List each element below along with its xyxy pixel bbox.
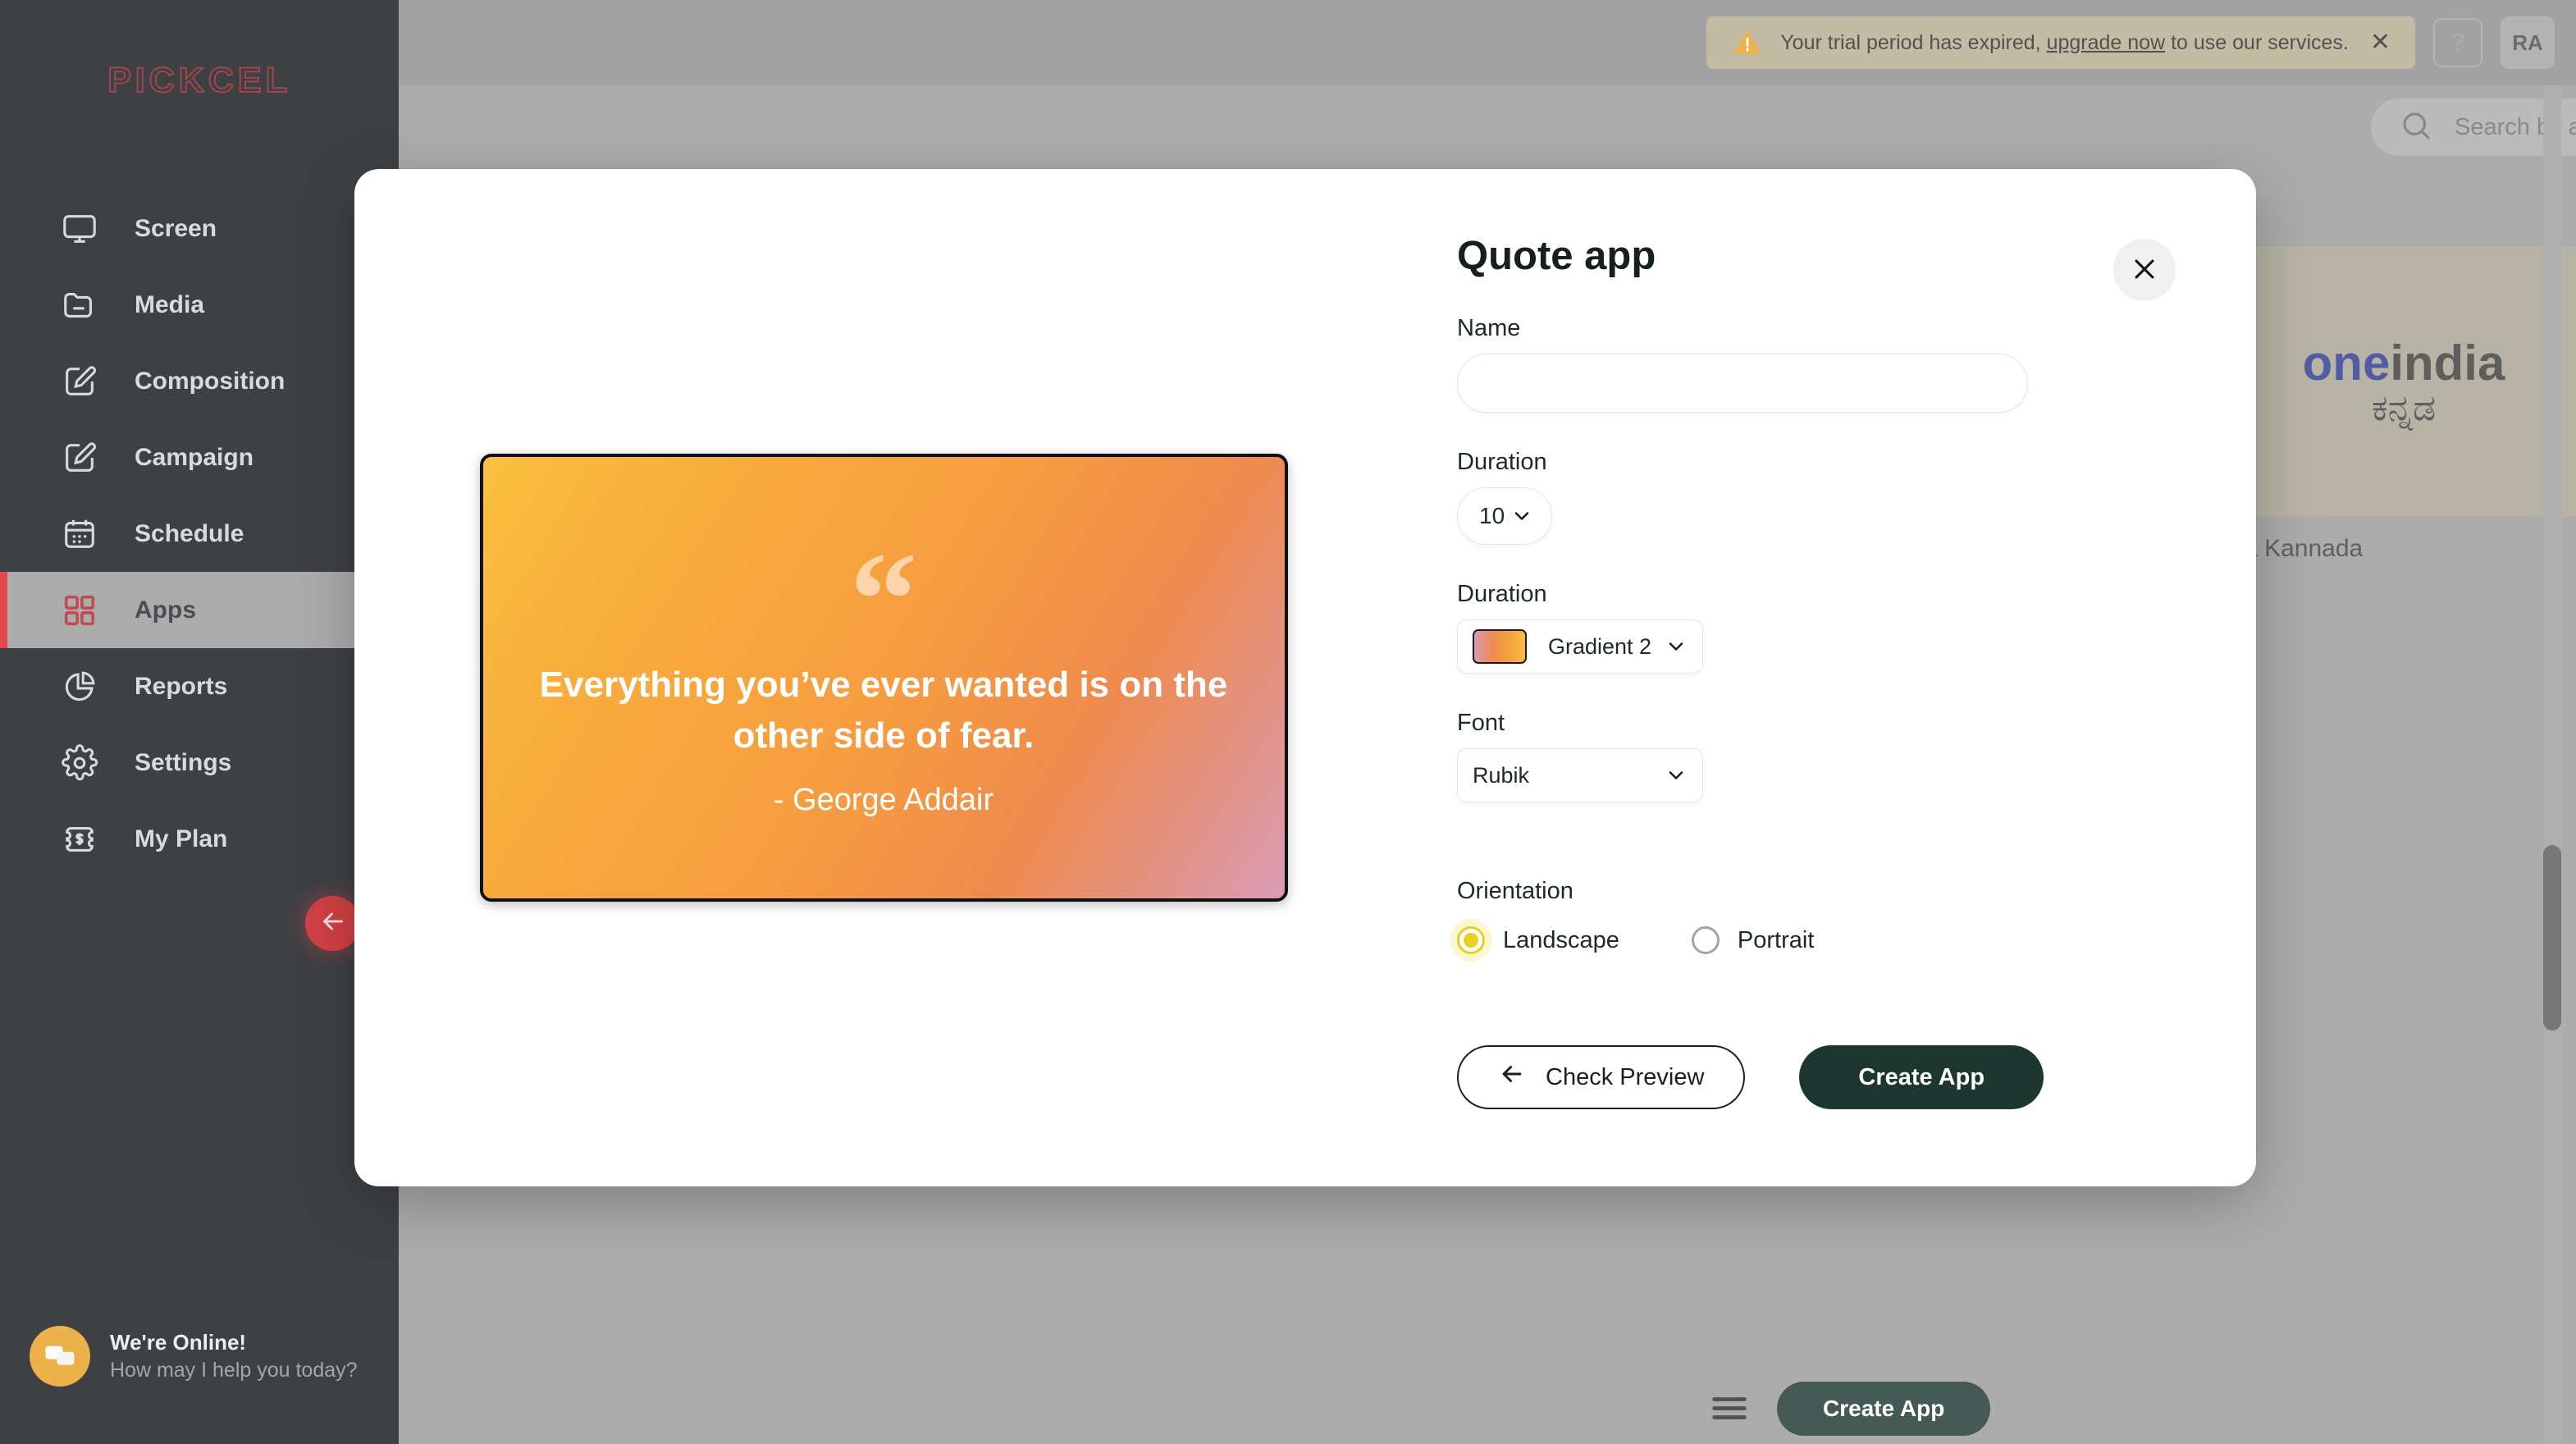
quote-app-modal: “ Everything you’ve ever wanted is on th… — [354, 169, 2256, 1186]
app-root: PICKCEL Screen Media Composition Campaig… — [0, 0, 2576, 1444]
name-label: Name — [1457, 315, 1521, 341]
radio-unselected-icon — [1691, 926, 1720, 954]
page-title: Quote app — [1457, 234, 1656, 278]
orientation-radio-group: Landscape Portrait — [1457, 926, 2182, 954]
theme-label: Duration — [1457, 581, 1547, 607]
duration-label: Duration — [1457, 449, 1547, 475]
quote-author: - George Addair — [773, 783, 994, 818]
modal-action-row: Check Preview Create App — [1457, 1045, 2044, 1109]
arrow-left-icon — [1498, 1060, 1526, 1094]
check-preview-label: Check Preview — [1546, 1063, 1705, 1090]
orientation-option-label: Landscape — [1503, 926, 1619, 953]
quote-text: Everything you’ve ever wanted is on the … — [539, 664, 1228, 756]
chevron-down-icon — [1665, 635, 1688, 658]
duration-value: 10 — [1479, 503, 1505, 528]
orientation-option-label: Portrait — [1737, 926, 1815, 953]
quote-mark-icon: “ — [849, 523, 918, 674]
quote-preview-pane: “ Everything you’ve ever wanted is on th… — [354, 169, 1413, 1186]
name-field[interactable] — [1457, 354, 2028, 413]
theme-value: Gradient 2 — [1548, 633, 1652, 659]
chevron-down-icon — [1665, 764, 1688, 787]
check-preview-button[interactable]: Check Preview — [1457, 1045, 1746, 1109]
font-select[interactable]: Rubik — [1457, 748, 1703, 802]
quote-app-form: Quote app Name Duration 10 Duration Grad… — [1413, 169, 2256, 1186]
radio-selected-icon — [1457, 926, 1485, 954]
font-value: Rubik — [1473, 762, 1530, 788]
chevron-down-icon — [1510, 505, 1533, 528]
close-button[interactable] — [2113, 239, 2176, 301]
theme-select[interactable]: Gradient 2 — [1457, 619, 1703, 674]
quote-preview-card: “ Everything you’ve ever wanted is on th… — [479, 454, 1288, 902]
gradient-swatch — [1473, 629, 1527, 664]
orientation-option-landscape[interactable]: Landscape — [1457, 926, 1619, 954]
close-icon — [2131, 255, 2158, 286]
orientation-option-portrait[interactable]: Portrait — [1691, 926, 1815, 954]
duration-select[interactable]: 10 — [1457, 487, 1552, 545]
create-app-button[interactable]: Create App — [1799, 1045, 2044, 1109]
orientation-label: Orientation — [1457, 878, 1573, 904]
font-label: Font — [1457, 710, 1505, 736]
